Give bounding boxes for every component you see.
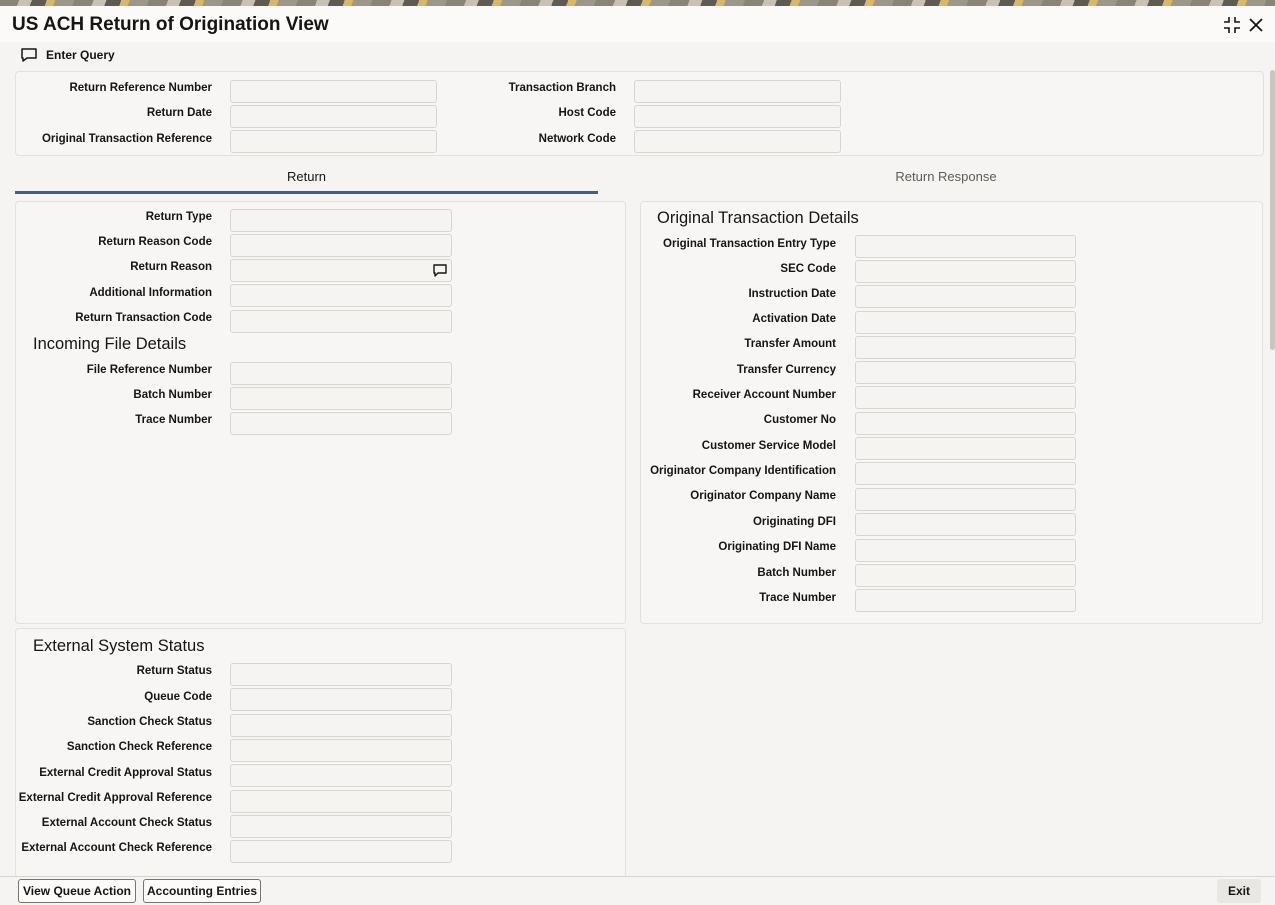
originator-company-identification-field[interactable]: [855, 462, 1076, 485]
incoming-file-details-heading: Incoming File Details: [33, 335, 187, 353]
external-credit-approval-reference-label: External Credit Approval Reference: [18, 792, 212, 804]
original-transaction-reference-field[interactable]: [230, 130, 437, 153]
chat-bubble-icon[interactable]: [432, 263, 448, 278]
activation-date-label: Activation Date: [752, 313, 836, 325]
file-reference-number-label: File Reference Number: [86, 364, 212, 376]
external-credit-approval-status-label: External Credit Approval Status: [39, 767, 212, 779]
file-reference-number-field[interactable]: [230, 362, 452, 385]
host-code-label: Host Code: [558, 107, 617, 119]
receiver-account-number-label: Receiver Account Number: [692, 389, 836, 401]
originator-company-identification-label: Originator Company Identification: [650, 465, 836, 477]
sec-code-label: SEC Code: [780, 263, 836, 275]
customer-service-model-label: Customer Service Model: [701, 440, 836, 452]
instruction-date-label: Instruction Date: [748, 288, 836, 300]
host-code-field[interactable]: [634, 105, 841, 128]
external-system-status-heading: External System Status: [33, 637, 205, 655]
view-queue-action-button[interactable]: View Queue Action: [18, 879, 136, 903]
sec-code-field[interactable]: [855, 260, 1076, 283]
return-type-field[interactable]: [230, 209, 452, 232]
return-transaction-code-field[interactable]: [230, 310, 452, 333]
exit-button[interactable]: Exit: [1217, 879, 1261, 903]
external-account-check-status-field[interactable]: [230, 815, 452, 838]
return-date-field[interactable]: [230, 105, 437, 128]
tab-return[interactable]: Return: [15, 166, 598, 194]
page-title: US ACH Return of Origination View: [12, 14, 329, 35]
accounting-entries-button[interactable]: Accounting Entries: [143, 879, 261, 903]
enter-query-label: Enter Query: [46, 48, 115, 62]
chat-bubble-icon: [21, 48, 37, 62]
enter-query-button[interactable]: Enter Query: [20, 46, 115, 64]
trace-number-field[interactable]: [230, 412, 452, 435]
close-icon[interactable]: [1247, 16, 1265, 34]
customer-no-label: Customer No: [763, 414, 836, 426]
network-code-label: Network Code: [538, 133, 616, 145]
return-reason-field[interactable]: [230, 259, 452, 282]
original-batch-number-field[interactable]: [855, 564, 1076, 587]
originating-dfi-field[interactable]: [855, 513, 1076, 536]
receiver-account-number-field[interactable]: [855, 386, 1076, 409]
sanction-check-status-label: Sanction Check Status: [87, 716, 212, 728]
title-bar: US ACH Return of Origination View: [0, 6, 1275, 42]
external-account-check-reference-label: External Account Check Reference: [21, 842, 212, 854]
transaction-branch-field[interactable]: [634, 80, 841, 103]
queue-code-field[interactable]: [230, 688, 452, 711]
sanction-check-reference-label: Sanction Check Reference: [66, 741, 212, 753]
transfer-currency-field[interactable]: [855, 361, 1076, 384]
collapse-icon[interactable]: [1223, 16, 1241, 34]
queue-code-label: Queue Code: [144, 691, 212, 703]
originator-company-name-field[interactable]: [855, 488, 1076, 511]
original-transaction-entry-type-label: Original Transaction Entry Type: [663, 238, 836, 250]
original-trace-number-field[interactable]: [855, 589, 1076, 612]
additional-information-field[interactable]: [230, 284, 452, 307]
batch-number-field[interactable]: [230, 387, 452, 410]
original-trace-number-label: Trace Number: [759, 592, 836, 604]
transfer-currency-label: Transfer Currency: [736, 364, 836, 376]
network-code-field[interactable]: [634, 130, 841, 153]
sanction-check-status-field[interactable]: [230, 714, 452, 737]
original-transaction-entry-type-field[interactable]: [855, 235, 1076, 258]
customer-no-field[interactable]: [855, 412, 1076, 435]
originating-dfi-label: Originating DFI: [752, 516, 836, 528]
return-status-label: Return Status: [136, 665, 212, 677]
trace-number-label: Trace Number: [135, 414, 212, 426]
return-type-label: Return Type: [145, 211, 212, 223]
originator-company-name-label: Originator Company Name: [690, 490, 836, 502]
customer-service-model-field[interactable]: [855, 437, 1076, 460]
return-reason-code-field[interactable]: [230, 234, 452, 257]
return-date-label: Return Date: [146, 107, 212, 119]
transfer-amount-field[interactable]: [855, 336, 1076, 359]
tab-return-response[interactable]: Return Response: [640, 166, 1252, 194]
original-transaction-details-heading: Original Transaction Details: [657, 209, 859, 227]
vertical-scrollbar[interactable]: [1270, 70, 1275, 350]
additional-information-label: Additional Information: [89, 287, 212, 299]
batch-number-label: Batch Number: [133, 389, 212, 401]
original-transaction-reference-label: Original Transaction Reference: [41, 133, 212, 145]
external-account-check-status-label: External Account Check Status: [41, 817, 212, 829]
return-reference-number-field[interactable]: [230, 80, 437, 103]
external-account-check-reference-field[interactable]: [230, 840, 452, 863]
originating-dfi-name-label: Originating DFI Name: [718, 541, 836, 553]
transfer-amount-label: Transfer Amount: [744, 338, 836, 350]
return-transaction-code-label: Return Transaction Code: [75, 312, 212, 324]
instruction-date-field[interactable]: [855, 285, 1076, 308]
original-batch-number-label: Batch Number: [757, 567, 836, 579]
return-reference-number-label: Return Reference Number: [69, 82, 212, 94]
activation-date-field[interactable]: [855, 311, 1076, 334]
return-status-field[interactable]: [230, 663, 452, 686]
external-credit-approval-reference-field[interactable]: [230, 790, 452, 813]
transaction-branch-label: Transaction Branch: [508, 82, 616, 94]
external-credit-approval-status-field[interactable]: [230, 764, 452, 787]
sanction-check-reference-field[interactable]: [230, 739, 452, 762]
return-reason-code-label: Return Reason Code: [98, 236, 212, 248]
originating-dfi-name-field[interactable]: [855, 539, 1076, 562]
return-reason-label: Return Reason: [130, 261, 212, 273]
